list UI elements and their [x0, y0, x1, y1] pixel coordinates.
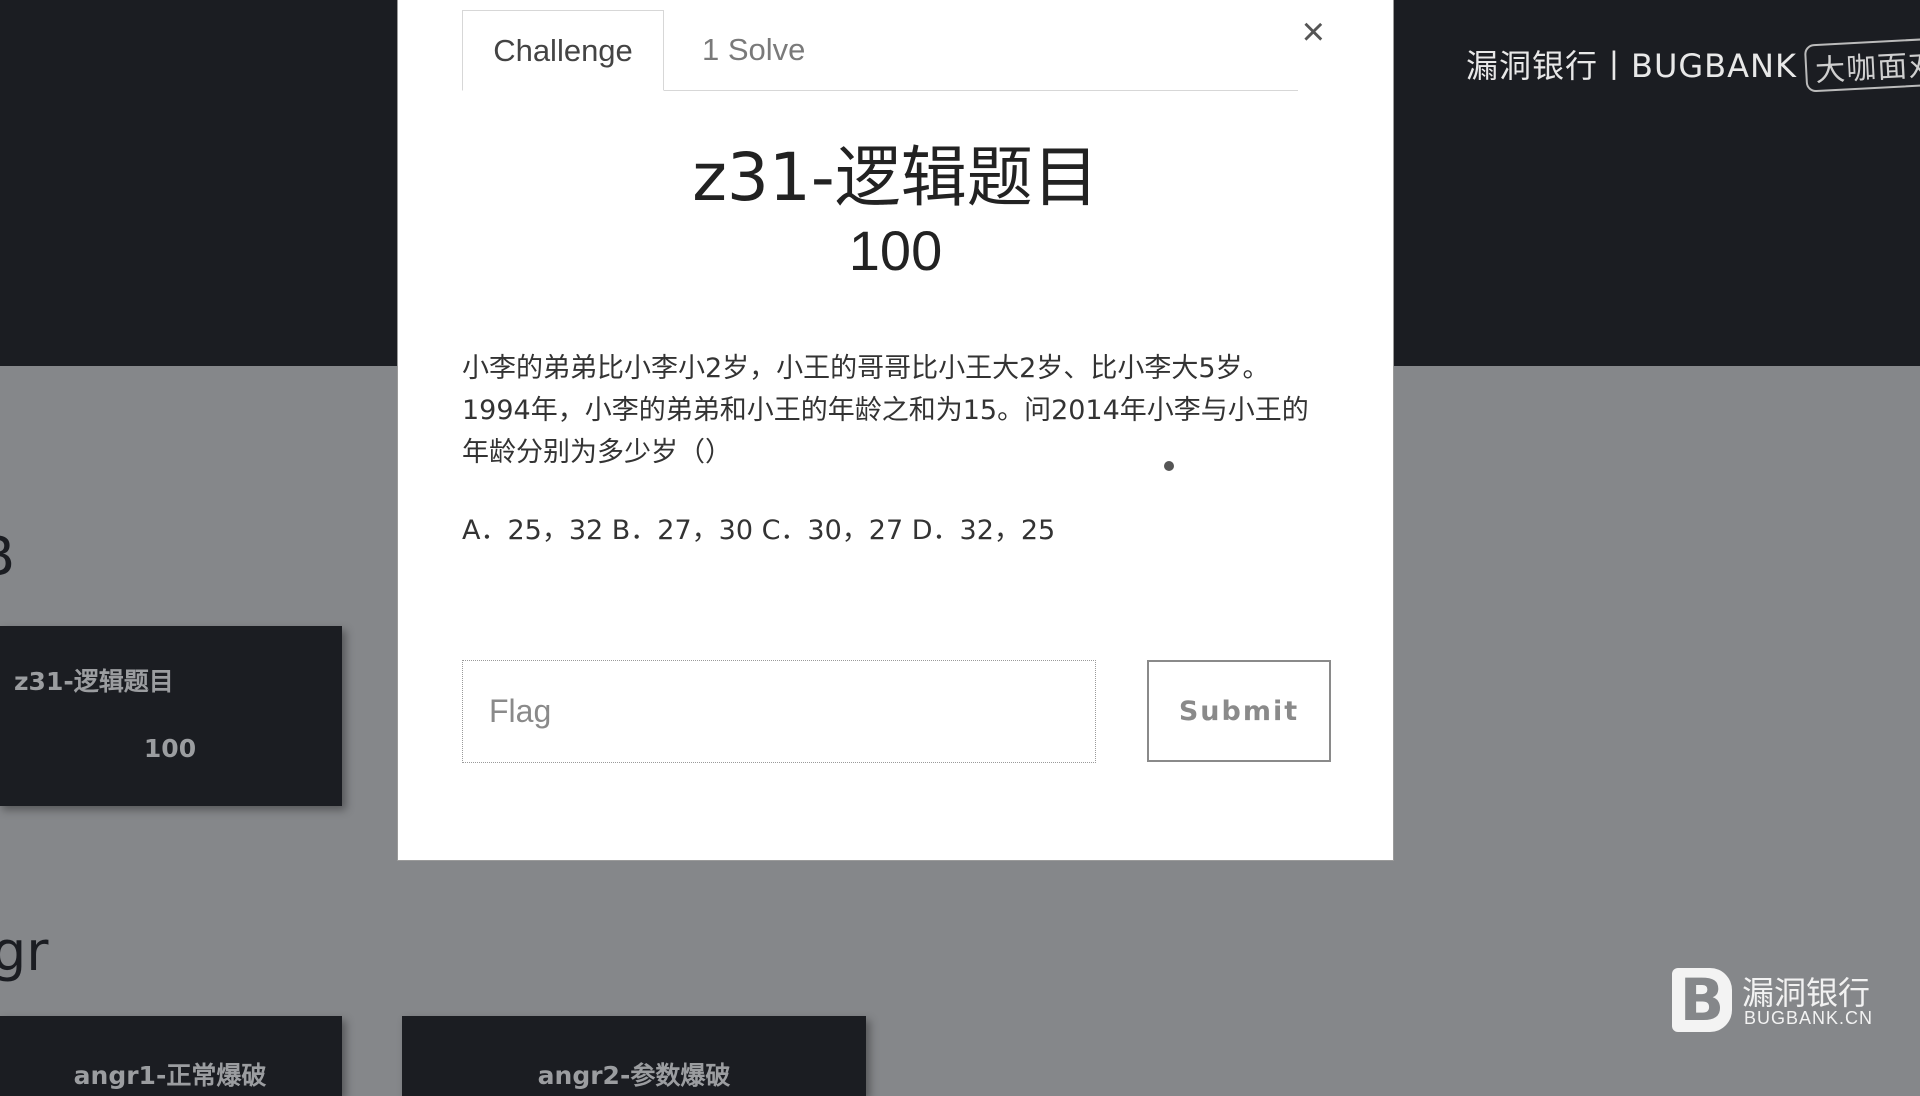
card-name: z31-逻辑题目	[14, 667, 174, 696]
close-icon[interactable]: ×	[1302, 12, 1325, 52]
bugbank-logo: B 漏洞银行 BUGBANK.CN	[1672, 968, 1882, 1032]
watermark-tag: 大咖面对面	[1803, 35, 1920, 93]
cursor-dot	[1164, 461, 1174, 471]
submit-button[interactable]: Submit	[1147, 660, 1331, 762]
bugbank-logo-en: BUGBANK.CN	[1744, 1008, 1874, 1028]
challenge-card-angr2[interactable]: angr2-参数爆破	[402, 1016, 866, 1096]
bugbank-logo-mark: B	[1672, 968, 1732, 1032]
watermark-text: 漏洞银行丨BUGBANK	[1466, 47, 1797, 85]
tab-solves[interactable]: 1 Solve	[702, 10, 805, 90]
challenge-card-angr1[interactable]: angr1-正常爆破	[0, 1016, 342, 1096]
challenge-description: 小李的弟弟比小李小2岁，小王的哥哥比小王大2岁、比小李大5岁。1994年，小李的…	[462, 353, 1309, 468]
watermark: 漏洞银行丨BUGBANK 大咖面对面	[1466, 35, 1920, 93]
card-name: angr1-正常爆破	[73, 1061, 267, 1090]
challenge-card-z31[interactable]: z31-逻辑题目 100	[0, 626, 342, 806]
challenge-options: A．25，32 B．27，30 C．30，27 D．32，25	[462, 515, 1056, 546]
card-name: angr2-参数爆破	[537, 1061, 731, 1090]
tab-challenge[interactable]: Challenge	[462, 10, 664, 91]
modal-tabs: Challenge 1 Solve	[462, 10, 1298, 91]
challenge-title: z31-逻辑题目	[692, 139, 1099, 216]
flag-input[interactable]	[462, 660, 1096, 763]
challenge-modal: × Challenge 1 Solve z31-逻辑题目 100 小李的弟弟比小…	[397, 0, 1394, 861]
category-title-partial: B	[0, 525, 15, 588]
challenge-value: 100	[848, 219, 943, 282]
card-value: 100	[143, 734, 197, 763]
category-title-angr-partial: gr	[0, 920, 49, 983]
